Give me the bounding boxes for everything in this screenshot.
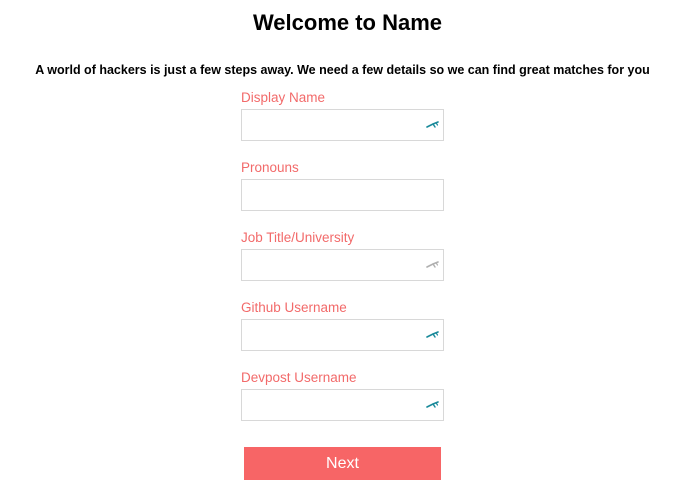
pronouns-field: Pronouns [241, 159, 444, 211]
github-username-label: Github Username [241, 300, 347, 315]
github-username-box [241, 319, 444, 351]
devpost-username-field: Devpost Username [241, 369, 444, 421]
pronouns-box [241, 179, 444, 211]
devpost-username-box [241, 389, 444, 421]
pronouns-input[interactable] [242, 180, 443, 210]
onboarding-page: Welcome to Name A world of hackers is ju… [0, 0, 695, 494]
display-name-box [241, 109, 444, 141]
job-title-field: Job Title/University [241, 229, 444, 281]
job-title-box [241, 249, 444, 281]
display-name-input[interactable] [242, 110, 443, 140]
github-username-field: Github Username [241, 299, 444, 351]
devpost-username-input[interactable] [242, 390, 443, 420]
password-manager-key-icon[interactable] [426, 258, 440, 272]
pronouns-label: Pronouns [241, 160, 299, 175]
display-name-field: Display Name [241, 89, 444, 141]
job-title-input[interactable] [242, 250, 443, 280]
password-manager-key-icon[interactable] [426, 328, 440, 342]
display-name-label: Display Name [241, 90, 326, 105]
github-username-input[interactable] [242, 320, 443, 350]
next-button[interactable]: Next [244, 447, 441, 480]
page-subtitle: A world of hackers is just a few steps a… [35, 63, 650, 77]
password-manager-key-icon[interactable] [426, 118, 440, 132]
job-title-label: Job Title/University [241, 230, 355, 245]
page-title: Welcome to Name [252, 10, 443, 35]
password-manager-key-icon[interactable] [426, 398, 440, 412]
devpost-username-label: Devpost Username [241, 370, 357, 385]
